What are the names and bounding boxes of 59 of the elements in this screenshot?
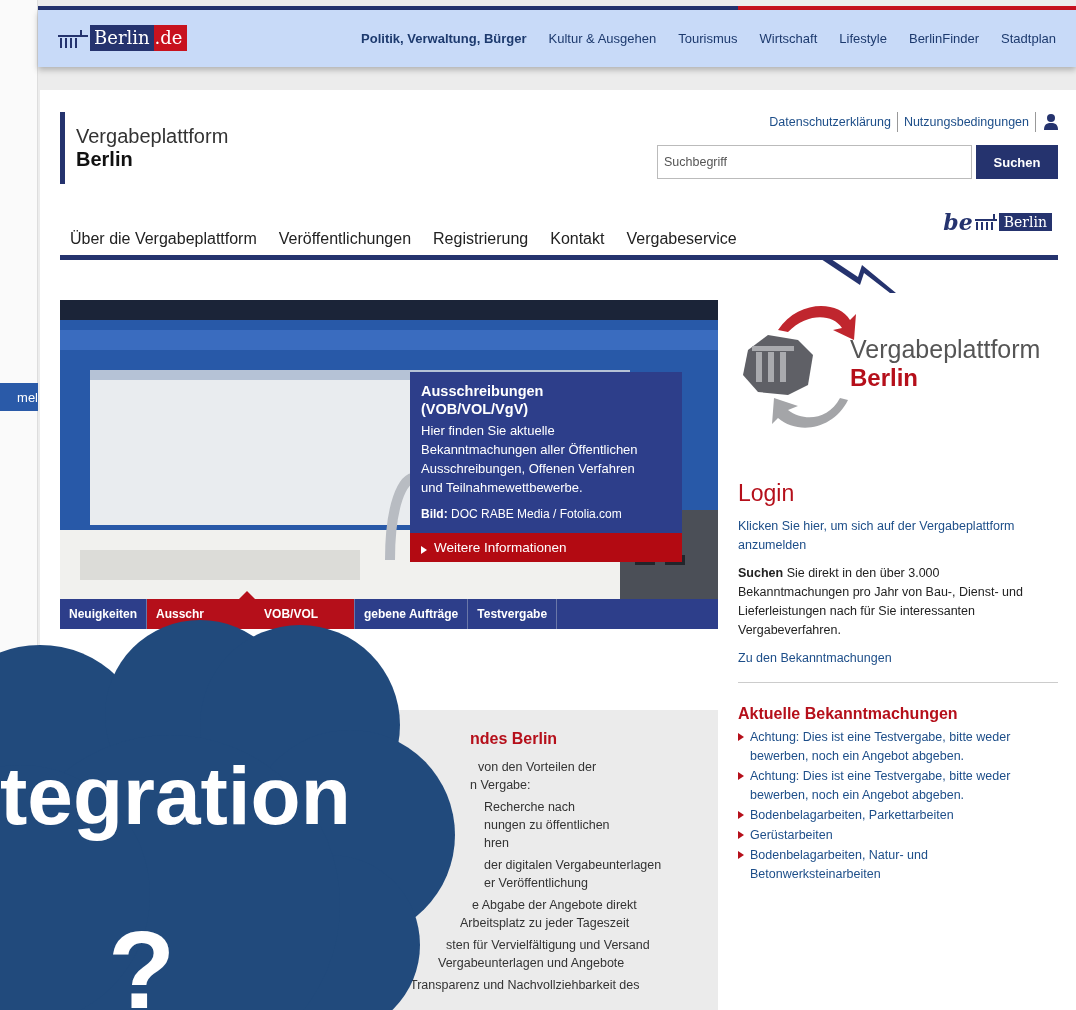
info-box-text: n Vergabe:: [470, 777, 532, 794]
news-link[interactable]: Achtung: Dies ist eine Testvergabe, bitte weder bewerben, noch ein Angebot abgeben.: [750, 767, 1050, 805]
announcements-link[interactable]: Zu den Bekanntmachungen: [738, 649, 1058, 668]
portal-nav-link[interactable]: Wirtschaft: [759, 30, 818, 46]
main-nav-link[interactable]: Vergabeservice: [626, 230, 737, 248]
search-field[interactable]: Suchbegriff: [657, 145, 972, 179]
portal-nav-link[interactable]: Lifestyle: [839, 30, 887, 46]
news-link[interactable]: Achtung: Dies ist eine Testvergabe, bitte weder bewerben, noch ein Angebot abgeben.: [750, 728, 1050, 766]
info-box-text: Recherche nach: [484, 799, 577, 816]
user-icon[interactable]: [1044, 114, 1058, 130]
be-berlin-logo: be Berlin: [943, 209, 1052, 235]
portal-nav-link[interactable]: Kultur & Ausgehen: [548, 30, 657, 46]
portal-nav-link[interactable]: Tourismus: [678, 30, 738, 46]
platform-logo: Vergabeplattform Berlin: [738, 300, 1058, 440]
site-title[interactable]: Vergabeplattform Berlin: [60, 112, 229, 184]
portal-nav-link[interactable]: Politik, Verwaltung, Bürger: [361, 30, 527, 46]
info-box-text: hren: [484, 835, 511, 852]
login-link[interactable]: Klicken Sie hier, um sich auf der Vergabeplattform anzumelden: [738, 517, 1058, 555]
triangle-icon: [738, 811, 744, 819]
info-box-text: er Veröffentlichung: [484, 875, 589, 892]
question-mark: ?: [108, 915, 176, 1010]
main-nav-link[interactable]: Registrierung: [433, 230, 529, 248]
image-credit: Bild: DOC RABE Media / Fotolia.com: [420, 506, 623, 523]
news-link[interactable]: Bodenbelagarbeiten, Parkettarbeiten: [750, 806, 1050, 825]
triangle-icon: [738, 851, 744, 859]
triangle-icon: [738, 831, 744, 839]
main-nav-link[interactable]: Veröffentlichungen: [278, 230, 412, 248]
more-info-button[interactable]: Weitere Informationen: [410, 533, 682, 562]
main-nav-link[interactable]: Kontakt: [550, 230, 605, 248]
info-box-text: Arbeitsplatz zu jeder Tageszeit: [460, 915, 631, 932]
triangle-icon: [738, 733, 744, 741]
login-heading: Login: [738, 480, 796, 507]
info-box-text: sten für Vervielfältigung und Versand: [446, 937, 651, 954]
tab[interactable]: Testvergabe: [468, 599, 558, 629]
info-box-text: Transparenz und Nachvollziehbarkeit des: [410, 977, 641, 994]
triangle-icon: [738, 772, 744, 780]
triangle-icon: [421, 546, 427, 554]
main-nav-link[interactable]: Über die Vergabeplattform: [70, 230, 257, 248]
news-heading: Aktuelle Bekanntmachungen: [738, 705, 959, 723]
search-button[interactable]: Suchen: [976, 145, 1058, 179]
info-box-text: e Abgabe der Angebote direkt: [472, 897, 638, 914]
news-link[interactable]: Bodenbelagarbeiten, Natur- und Betonwerksteinarbeiten: [750, 846, 1050, 884]
side-window-button[interactable]: mel: [0, 383, 38, 411]
news-link[interactable]: Gerüstarbeiten: [750, 826, 1050, 845]
info-box-text: Vergabeunterlagen und Angebote: [438, 955, 626, 972]
footer-link[interactable]: Datenschutzerklärung: [763, 112, 898, 132]
info-box-title: ndes Berlin: [470, 730, 559, 748]
portal-nav-link[interactable]: Stadtplan: [1001, 30, 1056, 46]
info-text: Hier finden Sie aktuelle Bekanntmachungen aller Öffentlichen Ausschreibungen, Offenen Verfahren und Teilnahmewettbewerbe.: [420, 422, 639, 497]
portal-logo[interactable]: Berlin .de: [58, 25, 187, 52]
portal-nav-link[interactable]: BerlinFinder: [908, 30, 980, 46]
pointer-icon: [239, 591, 255, 599]
tab[interactable]: gebene Aufträge: [355, 599, 469, 629]
info-box-text: nungen zu öffentlichen: [484, 817, 611, 834]
info-box-text: von den Vorteilen der: [478, 759, 598, 776]
info-box-text: der digitalen Vergabeunterlagen: [484, 857, 663, 874]
info-title: Ausschreibungen (VOB/VOL/VgV): [420, 382, 545, 418]
footer-link[interactable]: Nutzungsbedingungen: [897, 112, 1036, 132]
search-description: Suchen Sie direkt in den über 3.000 Bekanntmachungen pro Jahr von Bau-, Dienst- und Lieferleistungen nach für Sie interessanten Vergabeverfahren.: [738, 565, 1024, 639]
